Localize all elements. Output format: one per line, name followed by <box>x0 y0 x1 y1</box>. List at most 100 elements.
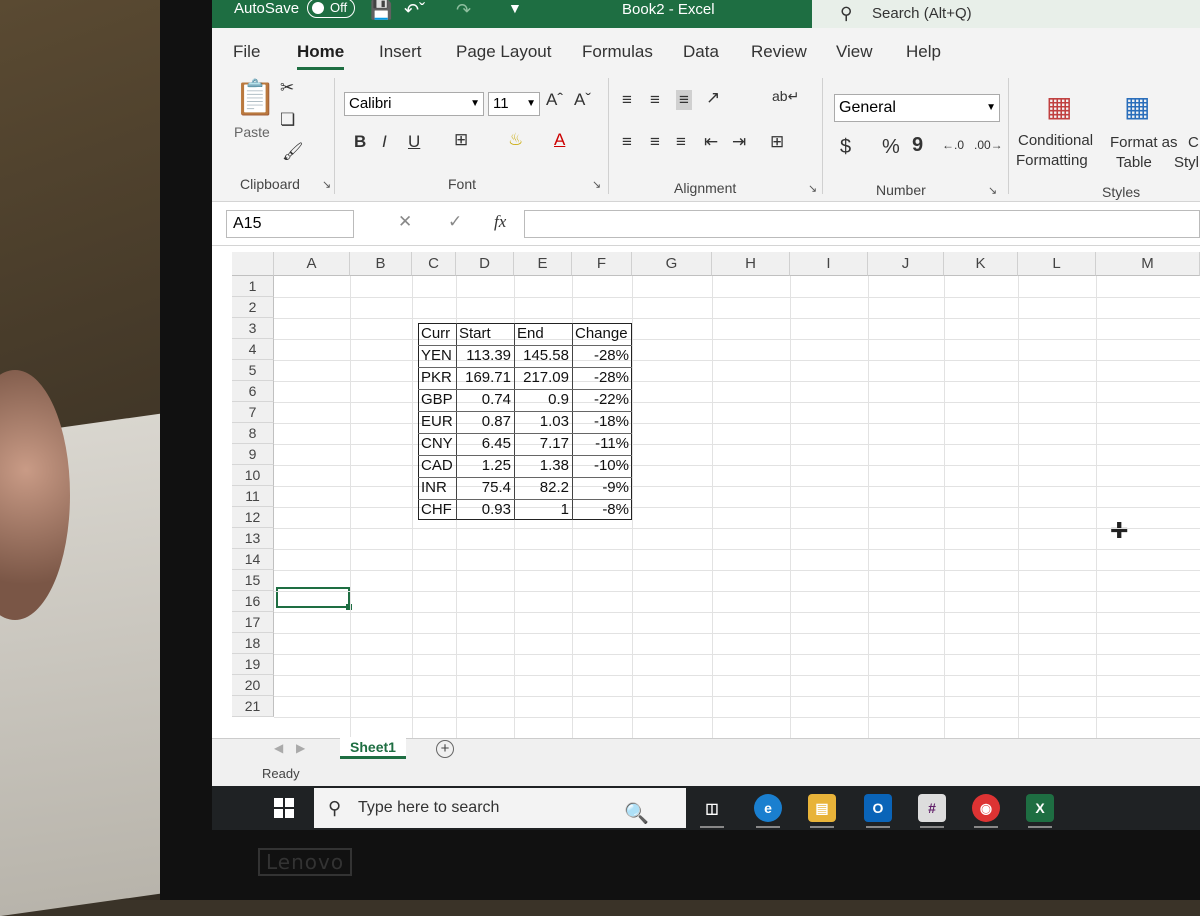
column-header[interactable]: K <box>944 252 1018 276</box>
column-header[interactable]: L <box>1018 252 1096 276</box>
table-cell[interactable]: YEN <box>418 345 456 366</box>
table-cell[interactable]: 1 <box>514 499 572 520</box>
tab-view[interactable]: View <box>836 42 873 62</box>
row-header[interactable]: 20 <box>232 675 274 696</box>
scroll-left-icon[interactable]: ◀ <box>274 741 283 755</box>
task-view-icon[interactable]: ◫ <box>698 794 726 828</box>
currency-button[interactable]: $ <box>840 136 851 159</box>
font-name-select[interactable]: Calibri ▼ <box>344 92 484 116</box>
align-right-icon[interactable]: ≡ <box>676 132 686 152</box>
borders-icon[interactable]: ⊞ <box>454 130 468 150</box>
row-header[interactable]: 12 <box>232 507 274 528</box>
row-header[interactable]: 7 <box>232 402 274 423</box>
insert-function-button[interactable]: fx <box>494 212 506 232</box>
table-cell[interactable]: INR <box>418 477 456 498</box>
table-cell[interactable]: 0.93 <box>456 499 514 520</box>
autosave-toggle[interactable]: Off <box>307 0 355 18</box>
font-color-icon[interactable]: A <box>554 130 565 150</box>
scroll-right-icon[interactable]: ▶ <box>296 741 305 755</box>
row-header[interactable]: 21 <box>232 696 274 717</box>
table-cell[interactable]: 75.4 <box>456 477 514 498</box>
clipboard-launcher-icon[interactable]: ↘ <box>322 178 331 191</box>
merge-center-icon[interactable]: ⊞ <box>770 132 784 152</box>
increase-font-icon[interactable]: Aˆ <box>546 90 563 110</box>
column-header[interactable]: I <box>790 252 868 276</box>
table-cell[interactable]: 217.09 <box>514 367 572 388</box>
percent-button[interactable]: % <box>882 136 900 159</box>
table-cell[interactable]: 0.9 <box>514 389 572 410</box>
table-cell[interactable]: 145.58 <box>514 345 572 366</box>
cancel-icon[interactable]: ✕ <box>398 212 412 232</box>
cut-icon[interactable]: ✂ <box>280 78 294 98</box>
slack-icon[interactable]: # <box>918 794 946 828</box>
align-center-icon[interactable]: ≡ <box>650 132 660 152</box>
row-header[interactable]: 9 <box>232 444 274 465</box>
table-cell[interactable]: -18% <box>572 411 632 432</box>
fill-color-icon[interactable]: ♨ <box>508 130 523 150</box>
column-header[interactable]: G <box>632 252 712 276</box>
tab-data[interactable]: Data <box>683 42 719 62</box>
undo-icon[interactable]: ↶ˇ <box>404 0 425 21</box>
paste-label[interactable]: Paste <box>234 124 270 140</box>
table-cell[interactable]: CAD <box>418 455 456 476</box>
start-icon[interactable] <box>274 798 294 818</box>
search-box[interactable]: ⚲ Search (Alt+Q) <box>812 0 1200 28</box>
table-cell[interactable]: GBP <box>418 389 456 410</box>
bold-button[interactable]: B <box>354 132 366 152</box>
name-box[interactable]: A15 <box>226 210 354 238</box>
column-header[interactable]: F <box>572 252 632 276</box>
table-cell[interactable]: -28% <box>572 367 632 388</box>
table-cell[interactable]: -8% <box>572 499 632 520</box>
increase-decimal-icon[interactable]: ←.0 <box>942 138 964 152</box>
tab-insert[interactable]: Insert <box>379 42 422 62</box>
customize-toolbar-icon[interactable]: ▼ <box>508 0 522 16</box>
row-header[interactable]: 18 <box>232 633 274 654</box>
sheet-tab-sheet1[interactable]: Sheet1 <box>340 737 406 759</box>
font-launcher-icon[interactable]: ↘ <box>592 178 601 191</box>
tab-home[interactable]: Home <box>297 42 345 70</box>
save-icon[interactable]: 💾 <box>370 0 392 21</box>
format-painter-icon[interactable]: 🖌 <box>282 142 304 162</box>
row-header[interactable]: 16 <box>232 591 274 612</box>
row-header[interactable]: 14 <box>232 549 274 570</box>
edge-icon[interactable]: e <box>754 794 782 828</box>
tab-file[interactable]: File <box>233 42 260 62</box>
column-header[interactable]: D <box>456 252 514 276</box>
column-header[interactable]: B <box>350 252 412 276</box>
table-cell[interactable]: -11% <box>572 433 632 454</box>
table-header-cell[interactable]: Change <box>572 323 632 344</box>
column-header[interactable]: C <box>412 252 456 276</box>
conditional-formatting-label-2[interactable]: Formatting <box>1016 152 1088 169</box>
column-header[interactable]: H <box>712 252 790 276</box>
alignment-launcher-icon[interactable]: ↘ <box>808 182 817 195</box>
tab-help[interactable]: Help <box>906 42 941 62</box>
italic-button[interactable]: I <box>382 132 387 152</box>
row-header[interactable]: 11 <box>232 486 274 507</box>
table-cell[interactable]: 0.87 <box>456 411 514 432</box>
align-left-icon[interactable]: ≡ <box>622 132 632 152</box>
tab-page-layout[interactable]: Page Layout <box>456 42 551 62</box>
table-cell[interactable]: PKR <box>418 367 456 388</box>
row-header[interactable]: 6 <box>232 381 274 402</box>
table-header-cell[interactable]: Curr <box>418 323 456 344</box>
column-header[interactable]: E <box>514 252 572 276</box>
column-header[interactable]: M <box>1096 252 1200 276</box>
table-cell[interactable]: 7.17 <box>514 433 572 454</box>
cell-styles-label-1[interactable]: C <box>1188 134 1199 151</box>
copy-icon[interactable]: ❏ <box>280 110 295 130</box>
paste-icon[interactable]: 📋 <box>234 78 276 118</box>
align-middle-icon[interactable]: ≡ <box>650 90 660 110</box>
tab-review[interactable]: Review <box>751 42 807 62</box>
outlook-icon[interactable]: O <box>864 794 892 828</box>
row-header[interactable]: 13 <box>232 528 274 549</box>
table-cell[interactable]: -10% <box>572 455 632 476</box>
align-bottom-icon[interactable]: ≡ <box>676 90 692 110</box>
row-header[interactable]: 4 <box>232 339 274 360</box>
row-header[interactable]: 5 <box>232 360 274 381</box>
row-header[interactable]: 3 <box>232 318 274 339</box>
row-header[interactable]: 8 <box>232 423 274 444</box>
redo-icon[interactable]: ↷ <box>456 0 471 21</box>
cell-styles-label-2[interactable]: Styl <box>1174 154 1199 171</box>
font-size-select[interactable]: 11 ▼ <box>488 92 540 116</box>
row-header[interactable]: 19 <box>232 654 274 675</box>
